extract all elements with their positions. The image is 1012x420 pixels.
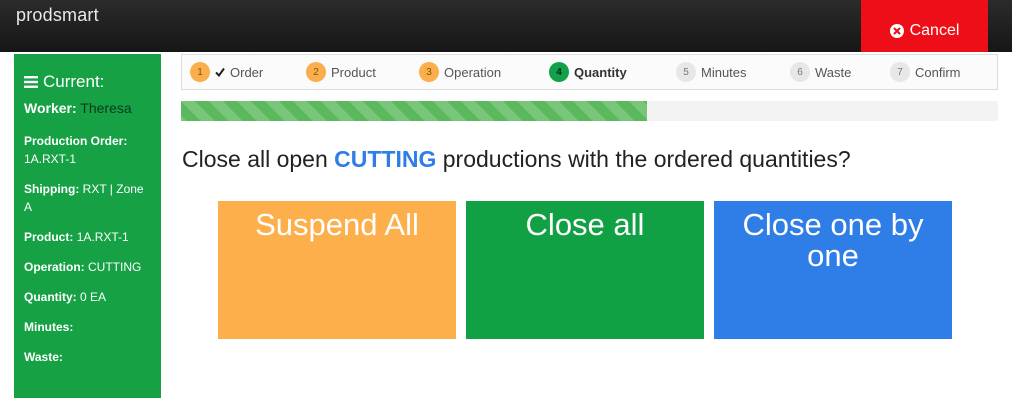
wizard-steps: 1 Order 2 Product 3 Operation 4 Quantity…: [181, 54, 998, 90]
question-text: Close all open CUTTING productions with …: [182, 146, 851, 173]
step-operation[interactable]: 3 Operation: [419, 55, 501, 89]
sidebar-title-text: Current:: [43, 72, 105, 91]
times-circle-icon: [889, 24, 904, 38]
field-value: CUTTING: [88, 260, 142, 274]
cancel-button[interactable]: Cancel: [861, 0, 988, 52]
field-label: Operation:: [24, 260, 85, 274]
step-number: 4: [549, 62, 569, 82]
step-label: Order: [230, 64, 264, 80]
suspend-all-button[interactable]: Suspend All: [218, 201, 456, 339]
step-label: Confirm: [915, 64, 961, 80]
menu-icon: [24, 76, 38, 88]
step-label: Operation: [444, 64, 502, 80]
field-label: Product:: [24, 230, 74, 244]
step-confirm[interactable]: 7 Confirm: [890, 55, 961, 89]
step-number: 3: [419, 62, 439, 82]
worker-label: Worker:: [24, 100, 77, 116]
step-waste[interactable]: 6 Waste: [790, 55, 851, 89]
field-label: Waste:: [24, 350, 63, 364]
step-number: 6: [790, 62, 810, 82]
step-number: 5: [676, 62, 696, 82]
operation-keyword: CUTTING: [334, 146, 437, 172]
step-product[interactable]: 2 Product: [306, 55, 376, 89]
step-number: 1: [190, 62, 210, 82]
sidebar-field-waste: Waste:: [24, 348, 151, 366]
cancel-label: Cancel: [909, 22, 960, 39]
worker-value: Theresa: [80, 100, 132, 116]
step-order[interactable]: 1 Order: [190, 55, 263, 89]
brand-logo: prodsmart: [16, 5, 99, 25]
field-label: Minutes:: [24, 320, 74, 334]
step-label: Quantity: [574, 64, 627, 80]
step-label: Minutes: [701, 64, 747, 80]
sidebar-field-production-order: Production Order: 1A.RXT-1: [24, 132, 151, 168]
sidebar-title: Current:: [24, 72, 151, 92]
close-all-button[interactable]: Close all: [466, 201, 704, 339]
sidebar-field-quantity: Quantity: 0 EA: [24, 288, 151, 306]
sidebar-field-operation: Operation: CUTTING: [24, 258, 151, 276]
sidebar-field-shipping: Shipping: RXT | Zone A: [24, 180, 151, 216]
sidebar-field-minutes: Minutes:: [24, 318, 151, 336]
close-one-by-one-button[interactable]: Close one by one: [714, 201, 952, 339]
top-bar: prodsmart Cancel: [0, 0, 1012, 52]
question-prefix: Close all open: [182, 146, 335, 172]
field-label: Shipping:: [24, 182, 80, 196]
step-label: Product: [331, 64, 376, 80]
field-value: 0 EA: [80, 290, 107, 304]
progress-fill: [181, 101, 647, 121]
step-minutes[interactable]: 5 Minutes: [676, 55, 747, 89]
field-value: 1A.RXT-1: [76, 230, 129, 244]
worker-row: Worker: Theresa: [24, 100, 151, 116]
field-label: Quantity:: [24, 290, 77, 304]
progress-bar: [181, 101, 998, 121]
question-suffix: productions with the ordered quantities?: [436, 146, 851, 172]
current-sidebar: Current: Worker: Theresa Production Orde…: [14, 54, 161, 398]
step-quantity[interactable]: 4 Quantity: [549, 55, 627, 89]
check-icon: [215, 67, 225, 77]
field-label: Production Order:: [24, 134, 128, 148]
field-value: 1A.RXT-1: [24, 152, 77, 166]
sidebar-field-product: Product: 1A.RXT-1: [24, 228, 151, 246]
step-number: 7: [890, 62, 910, 82]
step-number: 2: [306, 62, 326, 82]
step-label: Waste: [815, 64, 852, 80]
